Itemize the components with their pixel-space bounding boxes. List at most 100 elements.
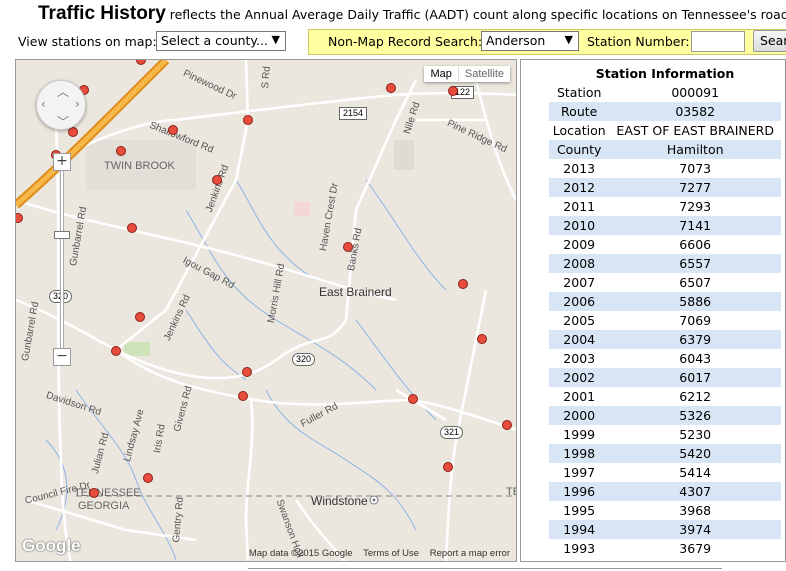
station-info-title: Station Information bbox=[595, 66, 735, 81]
traffic-history-row: 2013 7073 bbox=[549, 159, 781, 178]
traffic-history-row: 2003 6043 bbox=[549, 349, 781, 368]
road-label-s-rd: S Rd bbox=[260, 65, 273, 89]
map-attribution: Map data ©2015 Google Terms of Use Repor… bbox=[241, 548, 510, 559]
field-key: Location bbox=[552, 123, 606, 138]
traffic-history-row: 1994 3974 bbox=[549, 520, 781, 539]
field-key: Station bbox=[556, 85, 602, 100]
controls-bar: View stations on map: Select a county...… bbox=[18, 29, 786, 55]
history-aadt: 4307 bbox=[609, 482, 781, 501]
zoom-slider-thumb[interactable] bbox=[54, 231, 70, 239]
traffic-history-row: 1998 5420 bbox=[549, 444, 781, 463]
field-key: Route bbox=[549, 102, 610, 121]
history-aadt: 7069 bbox=[679, 313, 712, 328]
zoom-out-button[interactable]: − bbox=[53, 348, 71, 366]
traffic-history-row: 2005 7069 bbox=[549, 311, 781, 330]
history-year: 2000 bbox=[549, 406, 610, 425]
history-aadt: 6606 bbox=[679, 237, 712, 252]
station-field-row: County Hamilton bbox=[549, 140, 781, 159]
page-description: reflects the Annual Average Daily Traffi… bbox=[165, 7, 786, 22]
pan-up-icon[interactable]: ︿ bbox=[57, 83, 69, 100]
pan-left-icon[interactable]: ‹ bbox=[41, 97, 46, 111]
history-aadt: 6507 bbox=[679, 275, 712, 290]
station-info-panel: Station Information Station 000091 Route 03… bbox=[520, 59, 786, 562]
history-year: 2013 bbox=[563, 161, 596, 176]
route-shield-320-mid: 320 bbox=[292, 353, 316, 366]
route-shield-321: 321 bbox=[440, 426, 464, 439]
page-title: Traffic History bbox=[38, 3, 166, 24]
history-year: 1999 bbox=[563, 427, 596, 442]
history-year: 2011 bbox=[563, 199, 596, 214]
history-year: 1995 bbox=[563, 503, 596, 518]
map-label-east-brainerd: East Brainerd bbox=[319, 285, 392, 299]
dropdown-arrow-icon: ▼ bbox=[564, 33, 573, 46]
history-aadt: 3968 bbox=[679, 503, 712, 518]
traffic-history-row: 1997 5414 bbox=[549, 463, 781, 482]
view-stations-label: View stations on map: bbox=[18, 34, 157, 49]
history-aadt: 5230 bbox=[679, 427, 712, 442]
traffic-history-row: 2007 6507 bbox=[549, 273, 781, 292]
dropdown-arrow-icon: ▼ bbox=[271, 33, 280, 46]
history-year: 2007 bbox=[563, 275, 596, 290]
history-year: 1998 bbox=[549, 444, 610, 463]
history-aadt: 6379 bbox=[609, 330, 781, 349]
history-year: 2003 bbox=[563, 351, 596, 366]
history-aadt: 5886 bbox=[609, 292, 781, 311]
zoom-in-button[interactable]: + bbox=[53, 153, 71, 171]
history-aadt: 7073 bbox=[679, 161, 712, 176]
search-button[interactable]: Sear bbox=[753, 30, 786, 52]
county-search-select-value: Anderson bbox=[486, 33, 546, 48]
history-aadt: 6557 bbox=[609, 254, 781, 273]
history-aadt: 6017 bbox=[609, 368, 781, 387]
history-aadt: 6212 bbox=[679, 389, 712, 404]
station-field-row: Route 03582 bbox=[549, 102, 781, 121]
history-year: 1996 bbox=[549, 482, 610, 501]
traffic-history-row: 2002 6017 bbox=[549, 368, 781, 387]
zoom-slider-track[interactable] bbox=[60, 170, 64, 350]
station-number-input[interactable] bbox=[691, 31, 745, 52]
county-map-select[interactable]: Select a county... ▼ bbox=[156, 31, 286, 51]
field-value: Hamilton bbox=[609, 140, 781, 159]
history-year: 2001 bbox=[563, 389, 596, 404]
map-type-map-button[interactable]: Map bbox=[424, 66, 459, 82]
map-type-control: Map Satellite bbox=[424, 66, 510, 82]
traffic-history-row: 2001 6212 bbox=[549, 387, 781, 406]
history-year: 1997 bbox=[563, 465, 596, 480]
field-key: County bbox=[549, 140, 610, 159]
traffic-history-row: 2008 6557 bbox=[549, 254, 781, 273]
traffic-history-row: 1993 3679 bbox=[549, 539, 781, 558]
traffic-history-row: 2012 7277 bbox=[549, 178, 781, 197]
traffic-history-row: 2009 6606 bbox=[549, 235, 781, 254]
field-value: EAST OF EAST BRAINERD bbox=[616, 123, 774, 138]
history-aadt: 5414 bbox=[679, 465, 712, 480]
station-field-row: Location EAST OF EAST BRAINERD bbox=[549, 121, 781, 140]
terms-of-use-link[interactable]: Terms of Use bbox=[363, 548, 419, 559]
pan-down-icon[interactable]: ﹀ bbox=[57, 113, 69, 130]
history-aadt: 3679 bbox=[679, 541, 712, 556]
google-logo: Google bbox=[22, 536, 81, 555]
traffic-history-row: 2004 6379 bbox=[549, 330, 781, 349]
non-map-search-panel: Non-Map Record Search: Anderson ▼ Statio… bbox=[308, 29, 786, 55]
traffic-history-row: 1999 5230 bbox=[549, 425, 781, 444]
route-shield-122: 122 bbox=[451, 86, 475, 99]
county-search-select[interactable]: Anderson ▼ bbox=[481, 31, 579, 51]
pan-right-icon[interactable]: › bbox=[75, 97, 80, 111]
history-year: 2012 bbox=[549, 178, 610, 197]
history-year: 2004 bbox=[549, 330, 610, 349]
map-type-satellite-button[interactable]: Satellite bbox=[459, 66, 510, 82]
traffic-history-row: 1996 4307 bbox=[549, 482, 781, 501]
history-aadt: 3974 bbox=[609, 520, 781, 539]
map-label-twin-brook: TWIN BROOK bbox=[104, 160, 175, 172]
station-number-label: Station Number: bbox=[587, 34, 690, 49]
page-header: Traffic History reflects the Annual Aver… bbox=[38, 3, 786, 25]
traffic-history-row: 2006 5886 bbox=[549, 292, 781, 311]
map-canvas[interactable]: TWIN BROOK East Brainerd Windstone TENNE… bbox=[15, 59, 517, 562]
map-label-windstone: Windstone bbox=[311, 494, 368, 508]
history-aadt: 5326 bbox=[609, 406, 781, 425]
history-year: 2002 bbox=[549, 368, 610, 387]
pan-control[interactable]: ︿ ﹀ ‹ › bbox=[36, 80, 86, 130]
field-value: 03582 bbox=[609, 102, 781, 121]
traffic-history-row: 2010 7141 bbox=[549, 216, 781, 235]
traffic-history-row: 1995 3968 bbox=[549, 501, 781, 520]
report-map-error-link[interactable]: Report a map error bbox=[430, 548, 510, 559]
history-year: 2010 bbox=[549, 216, 610, 235]
